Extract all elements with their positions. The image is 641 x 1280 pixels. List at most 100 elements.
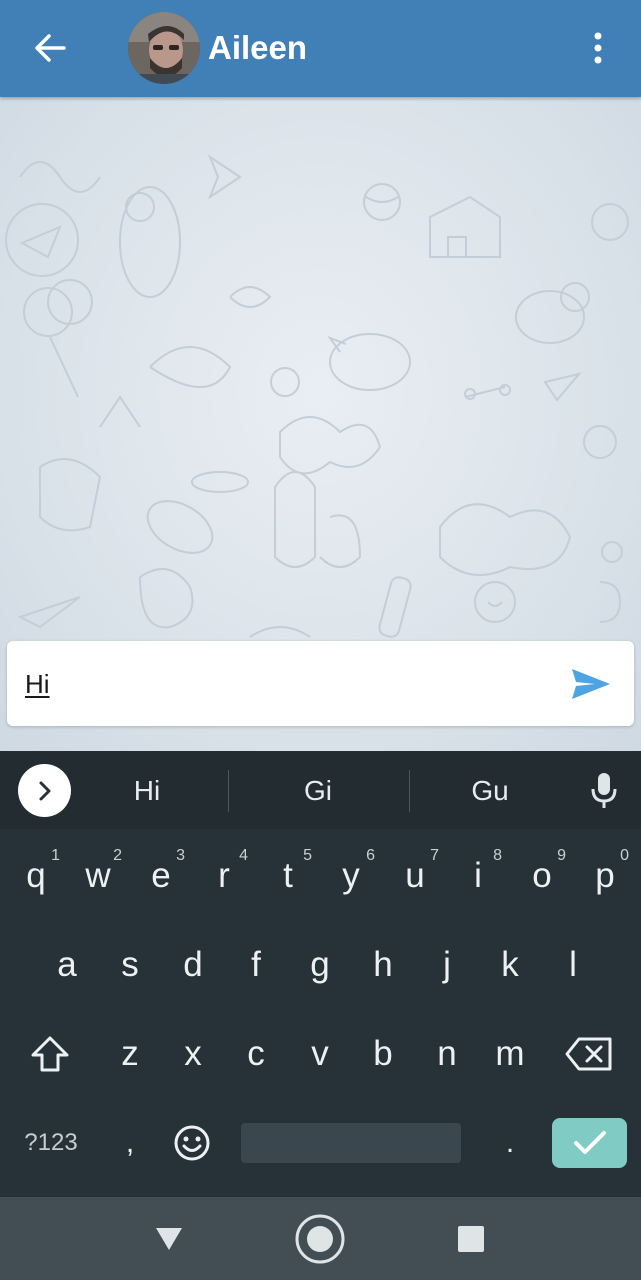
shift-key[interactable] <box>20 1011 80 1097</box>
more-options-button[interactable] <box>578 24 618 72</box>
emoji-key[interactable] <box>162 1101 222 1185</box>
key-c[interactable]: c <box>226 1011 286 1097</box>
key-label: n <box>437 1034 457 1073</box>
key-label: o <box>532 856 552 895</box>
comma-key[interactable]: , <box>100 1101 160 1185</box>
key-label: w <box>85 856 111 895</box>
key-h[interactable]: h <box>353 922 413 1008</box>
message-composer: Hi <box>7 641 634 726</box>
key-j[interactable]: j <box>417 922 477 1008</box>
key-hint: 4 <box>239 847 248 864</box>
key-x[interactable]: x <box>163 1011 223 1097</box>
key-hint: 1 <box>51 847 60 864</box>
symbols-key[interactable]: ?123 <box>18 1123 84 1163</box>
backspace-icon <box>565 1037 612 1071</box>
key-hint: 2 <box>113 847 122 864</box>
key-m[interactable]: m <box>480 1011 540 1097</box>
system-navigation-bar <box>0 1197 641 1280</box>
key-label: y <box>342 856 360 895</box>
key-label: e <box>151 856 171 895</box>
key-p[interactable]: p0 <box>575 833 635 919</box>
avatar[interactable] <box>128 12 200 84</box>
key-label: h <box>373 945 393 984</box>
key-hint: 9 <box>557 847 566 864</box>
suggestion-3[interactable]: Gu <box>430 771 550 811</box>
suggestion-divider <box>228 770 229 812</box>
key-hint: 0 <box>620 847 629 864</box>
more-vertical-icon <box>594 32 602 64</box>
key-hint: 8 <box>493 847 502 864</box>
key-label: r <box>218 856 230 895</box>
key-label: v <box>311 1034 329 1073</box>
enter-key[interactable] <box>552 1118 627 1168</box>
backspace-key[interactable] <box>558 1011 620 1097</box>
arrow-left-icon <box>35 34 66 62</box>
key-label: c <box>247 1034 265 1073</box>
key-f[interactable]: f <box>226 922 286 1008</box>
key-g[interactable]: g <box>290 922 350 1008</box>
key-s[interactable]: s <box>100 922 160 1008</box>
chevron-right-icon <box>39 781 50 800</box>
triangle-back-icon <box>156 1228 182 1250</box>
nav-home-button[interactable] <box>292 1211 348 1267</box>
key-hint: 3 <box>176 847 185 864</box>
key-label: t <box>283 856 293 895</box>
key-label: u <box>405 856 425 895</box>
key-n[interactable]: n <box>417 1011 477 1097</box>
key-o[interactable]: o9 <box>512 833 572 919</box>
key-y[interactable]: y6 <box>321 833 381 919</box>
suggestion-divider <box>409 770 410 812</box>
key-label: a <box>57 945 77 984</box>
key-hint: 7 <box>430 847 439 864</box>
key-l[interactable]: l <box>543 922 603 1008</box>
key-z[interactable]: z <box>100 1011 160 1097</box>
shift-icon <box>31 1036 69 1072</box>
key-label: q <box>26 856 46 895</box>
soft-keyboard: Hi Gi Gu ?123 , . q 1 w 2 e 3 r 4 t 5 y … <box>0 751 641 1197</box>
microphone-icon <box>591 773 617 808</box>
key-label: p <box>595 856 615 895</box>
key-v[interactable]: v <box>290 1011 350 1097</box>
key-hint: 6 <box>366 847 375 864</box>
chat-header: Aileen <box>0 0 641 97</box>
square-recents-icon <box>458 1226 484 1252</box>
key-label: f <box>251 945 261 984</box>
key-label: b <box>373 1034 393 1073</box>
suggestion-2[interactable]: Gi <box>258 771 378 811</box>
voice-input-button[interactable] <box>582 769 626 813</box>
key-label: i <box>474 856 482 895</box>
key-label: g <box>310 945 330 984</box>
key-q[interactable]: q1 <box>6 833 66 919</box>
key-w[interactable]: w2 <box>68 833 128 919</box>
key-label: j <box>443 945 451 984</box>
key-label: l <box>569 945 577 984</box>
space-key[interactable] <box>241 1123 461 1163</box>
key-a[interactable]: a <box>37 922 97 1008</box>
key-label: m <box>495 1034 525 1073</box>
period-key[interactable]: . <box>480 1101 540 1185</box>
key-r[interactable]: r4 <box>194 833 254 919</box>
message-input[interactable]: Hi <box>25 665 545 705</box>
key-e[interactable]: e3 <box>131 833 191 919</box>
key-i[interactable]: i8 <box>448 833 508 919</box>
suggestion-1[interactable]: Hi <box>87 771 207 811</box>
key-hint: 5 <box>303 847 312 864</box>
key-u[interactable]: u7 <box>385 833 445 919</box>
check-icon <box>573 1131 606 1154</box>
send-icon <box>572 669 610 699</box>
key-label: d <box>183 945 203 984</box>
key-t[interactable]: t5 <box>258 833 318 919</box>
key-label: k <box>501 945 519 984</box>
contact-name[interactable]: Aileen <box>208 28 307 68</box>
nav-recents-button[interactable] <box>443 1211 499 1267</box>
key-k[interactable]: k <box>480 922 540 1008</box>
key-label: s <box>121 945 139 984</box>
key-label: z <box>121 1034 139 1073</box>
nav-back-button[interactable] <box>141 1211 197 1267</box>
send-button[interactable] <box>565 659 617 709</box>
emoji-icon <box>174 1125 210 1161</box>
expand-toolbar-button[interactable] <box>18 764 71 817</box>
key-b[interactable]: b <box>353 1011 413 1097</box>
key-d[interactable]: d <box>163 922 223 1008</box>
back-button[interactable] <box>22 22 78 74</box>
